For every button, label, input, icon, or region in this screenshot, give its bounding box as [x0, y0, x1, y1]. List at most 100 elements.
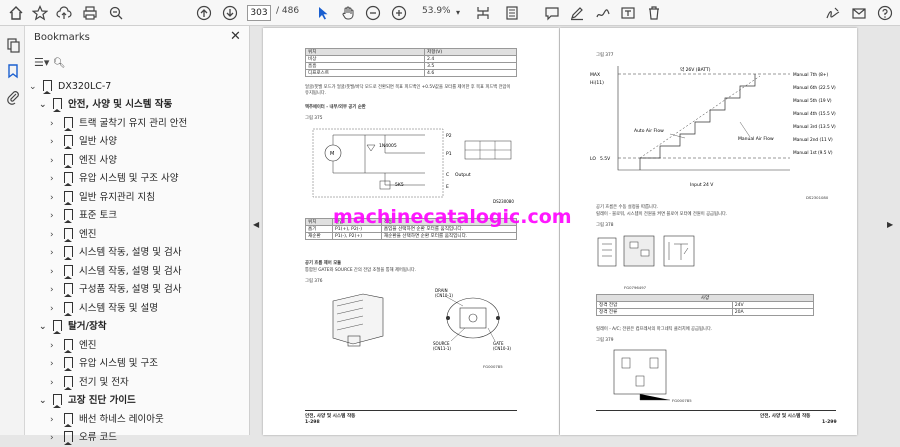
note-text: 통합된 GATE와 SOURCE 간의 전압 조절을 통해 제어됩니다. — [305, 268, 417, 273]
bookmark-item[interactable]: › 엔진 — [50, 226, 96, 244]
email-icon[interactable] — [850, 4, 868, 22]
draw-tool-icon[interactable] — [594, 4, 612, 22]
svg-text:Manual Air Flow: Manual Air Flow — [738, 136, 774, 142]
attachments-icon[interactable] — [4, 88, 22, 106]
svg-text:약 26V (BATT): 약 26V (BATT) — [680, 66, 711, 73]
svg-text:(CN10-1): (CN10-1) — [435, 293, 453, 298]
page-down-icon[interactable] — [221, 4, 239, 22]
section-heading: 공기 흐름 제어 모듈 — [305, 261, 342, 266]
svg-text:M: M — [330, 151, 334, 157]
bookmark-item[interactable]: › 엔진 — [50, 337, 96, 355]
bookmark-root[interactable]: ⌄ DX320LC-7 — [29, 78, 111, 96]
bookmark-search-icon[interactable]: 🔍︎ — [53, 58, 66, 69]
panel-title: Bookmarks — [34, 32, 90, 43]
star-icon[interactable] — [31, 4, 49, 22]
svg-text:Input 24 V: Input 24 V — [690, 182, 714, 188]
expand-panel-icon[interactable]: ▶ — [887, 220, 893, 229]
bookmark-item[interactable]: › 유압 시스템 및 구조 사양 — [50, 170, 178, 188]
note-text: 공기 흐름은 수동 설정을 따릅니다. — [596, 205, 659, 210]
highlight-pen-icon[interactable] — [568, 4, 586, 22]
home-icon[interactable] — [7, 4, 25, 22]
bookmark-item[interactable]: › 시스템 작동 및 설명 — [50, 300, 158, 318]
bookmark-item[interactable]: › 시스템 작동, 설명 및 검사 — [50, 244, 182, 262]
zoom-out-icon[interactable] — [364, 4, 382, 22]
help-icon[interactable] — [876, 4, 894, 22]
svg-text:Manual 2nd (11 V): Manual 2nd (11 V) — [793, 137, 833, 143]
bookmark-section[interactable]: ⌄ 안전, 사양 및 시스템 작동 — [39, 96, 172, 114]
close-icon[interactable]: ✕ — [230, 29, 241, 44]
figure-label: 그림 375 — [305, 116, 323, 121]
resistance-table: 위치 저항(V) 비상 2.4 흠흠 3.5 디프로스트 4.6 — [304, 48, 517, 77]
hand-tool-icon[interactable] — [339, 4, 357, 22]
figure-code: FG000785 — [672, 398, 692, 403]
bookmark-section[interactable]: ⌄ 고장 진단 가이드 — [39, 392, 136, 410]
blower-relay-diagram — [597, 235, 695, 267]
blower-voltage-graph: MAX Hi(11) LO 5.5V 약 26V (BATT) Auto Air… — [590, 66, 836, 188]
print-icon[interactable] — [81, 4, 99, 22]
watermark-text: machinecatalogic.com — [333, 206, 572, 228]
select-cursor-icon[interactable] — [314, 4, 332, 22]
comment-icon[interactable] — [543, 4, 561, 22]
document-page-right: 그림 377 MAX Hi(11) LO 5.5V 약 26V (BATT) A… — [560, 28, 857, 435]
trash-icon[interactable] — [645, 4, 663, 22]
page-display-icon[interactable] — [503, 4, 521, 22]
svg-text:Manual 7th (8+): Manual 7th (8+) — [793, 72, 828, 78]
svg-text:Output: Output — [455, 172, 471, 178]
svg-text:P1: P1 — [446, 151, 452, 157]
footer-page-number: 1-298 — [305, 420, 320, 425]
svg-text:Manual 1st (9.5 V): Manual 1st (9.5 V) — [793, 150, 833, 156]
zoom-dropdown-chevron-icon[interactable]: ▾ — [449, 4, 467, 22]
ac-relay-diagram — [613, 349, 670, 401]
fit-page-icon[interactable] — [474, 4, 492, 22]
sign-icon[interactable] — [824, 4, 842, 22]
cloud-upload-icon[interactable] — [55, 4, 73, 22]
bookmark-item[interactable]: › 유압 시스템 및 구조 — [50, 355, 158, 373]
page-number-input[interactable]: 303 — [247, 5, 271, 21]
footer-rule — [305, 410, 517, 411]
svg-text:5K5: 5K5 — [395, 182, 404, 188]
svg-text:Hi(11): Hi(11) — [590, 80, 604, 86]
bookmark-item[interactable]: › 트랙 굴착기 유지 관리 안전 — [50, 115, 187, 133]
page-up-icon[interactable] — [195, 4, 213, 22]
svg-text:1N4005: 1N4005 — [379, 143, 397, 149]
svg-text:P2: P2 — [446, 133, 452, 139]
svg-text:Manual 6th (22.5 V): Manual 6th (22.5 V) — [793, 85, 836, 91]
thumbnails-icon[interactable] — [4, 36, 22, 54]
bookmarks-icon[interactable] — [4, 62, 22, 80]
text-box-icon[interactable] — [619, 4, 637, 22]
note-text: 유지됩니다. — [305, 91, 327, 96]
bookmarks-panel: Bookmarks ✕ ☰▾ 🔍︎ ⌄ DX320LC-7 ⌄ 안전, 사양 및 시… — [25, 26, 250, 445]
bookmark-item[interactable]: › 오류 코드 — [50, 429, 117, 447]
footer-title: 안전, 사양 및 시스템 작동 — [305, 414, 356, 419]
zoom-search-icon[interactable] — [107, 4, 125, 22]
svg-text:(CN10-3): (CN10-3) — [493, 346, 511, 351]
footer-rule — [596, 410, 836, 411]
svg-text:Auto Air Flow: Auto Air Flow — [634, 128, 664, 134]
zoom-level[interactable]: 53.9% — [422, 6, 451, 16]
figure-code: FG000785 — [483, 364, 503, 369]
collapse-panel-icon[interactable]: ◀ — [253, 220, 259, 229]
svg-text:Manual 5th (19 V): Manual 5th (19 V) — [793, 98, 832, 104]
bookmark-item[interactable]: › 구성품 작동, 설명 및 검사 — [50, 281, 182, 299]
figure-label: 그림 379 — [596, 338, 614, 343]
footer-page-number: 1-299 — [822, 420, 837, 425]
relay-spec-table: 사양 정격 전압 24V 정격 전류 20A — [596, 294, 815, 316]
note-text: 얼굴/풋밸 모드가 얼굴/풋밸/바닥 모드로 전환되면 목표 피드백인 +0.5… — [305, 85, 511, 90]
bookmark-item[interactable]: › 엔진 사양 — [50, 152, 117, 170]
figure-code: FG0796497 — [624, 285, 647, 290]
airflow-module-diagram: DRAIN (CN10-1) SOURCE (CN11-1) GATE (CN1… — [332, 288, 511, 351]
bookmark-section[interactable]: ⌄ 탈거/장착 — [39, 318, 106, 336]
bookmark-item[interactable]: › 배선 하네스 레이아웃 — [50, 411, 164, 429]
bookmark-item[interactable]: › 일반 사양 — [50, 133, 117, 151]
svg-text:DS230080: DS230080 — [493, 199, 514, 204]
svg-text:Manual 3rd (13.5 V): Manual 3rd (13.5 V) — [793, 124, 836, 130]
figure-label: 그림 376 — [305, 279, 323, 284]
bookmark-item[interactable]: › 표준 토크 — [50, 207, 117, 225]
zoom-in-icon[interactable] — [390, 4, 408, 22]
footer-title: 안전, 사양 및 시스템 작동 — [760, 414, 811, 419]
bookmark-item[interactable]: › 시스템 작동, 설명 및 검사 — [50, 263, 182, 281]
bookmark-item[interactable]: › 일반 유지관리 지침 — [50, 189, 155, 207]
bookmark-item[interactable]: › 전기 및 전자 — [50, 374, 129, 392]
main-toolbar: 303 / 486 53.9% ▾ — [0, 0, 900, 26]
bookmark-options-icon[interactable]: ☰▾ 🔍︎ — [34, 56, 66, 69]
